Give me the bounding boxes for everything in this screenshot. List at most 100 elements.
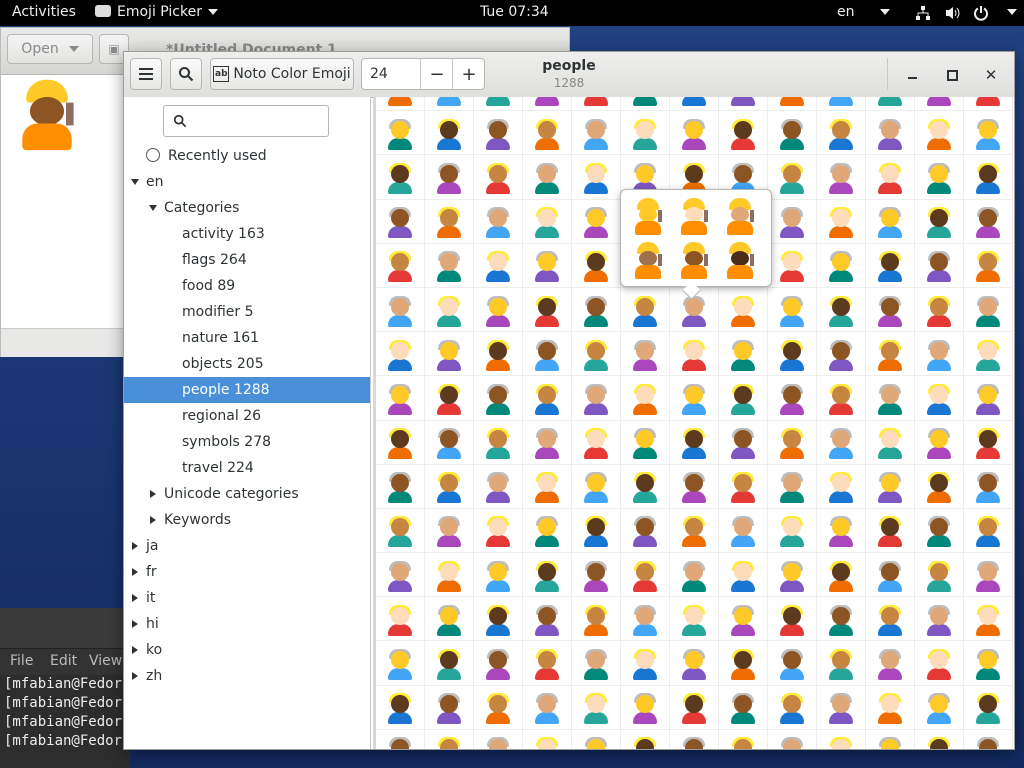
emoji-cell[interactable] bbox=[768, 641, 817, 686]
emoji-cell[interactable] bbox=[768, 243, 817, 288]
emoji-cell[interactable] bbox=[474, 243, 523, 288]
search-input[interactable] bbox=[163, 105, 329, 137]
tree-item-ja[interactable]: ja bbox=[124, 533, 370, 559]
emoji-cell[interactable] bbox=[523, 199, 572, 244]
emoji-cell[interactable] bbox=[474, 97, 523, 112]
emoji-cell[interactable] bbox=[670, 420, 719, 465]
emoji-cell[interactable] bbox=[523, 597, 572, 642]
emoji-cell[interactable] bbox=[817, 155, 866, 200]
emoji-cell[interactable] bbox=[474, 685, 523, 730]
tree-item-objects[interactable]: objects 205 bbox=[124, 351, 370, 377]
emoji-cell[interactable] bbox=[376, 597, 425, 642]
emoji-cell[interactable] bbox=[425, 508, 474, 554]
tree-item-unicode-categories[interactable]: Unicode categories bbox=[124, 481, 370, 507]
emoji-cell[interactable] bbox=[376, 729, 425, 749]
tree-item-recently-used[interactable]: Recently used bbox=[124, 143, 370, 169]
tree-item-categories[interactable]: Categories bbox=[124, 195, 370, 221]
maximize-button[interactable] bbox=[942, 65, 962, 85]
menu-button[interactable] bbox=[130, 58, 162, 90]
tree-item-fr[interactable]: fr bbox=[124, 559, 370, 585]
emoji-cell[interactable] bbox=[376, 243, 425, 288]
emoji-cell[interactable] bbox=[621, 508, 670, 554]
volume-icon[interactable] bbox=[944, 5, 962, 25]
expander-down-icon[interactable] bbox=[149, 205, 157, 211]
emoji-cell[interactable] bbox=[866, 155, 915, 200]
emoji-cell[interactable] bbox=[621, 332, 670, 377]
emoji-cell[interactable] bbox=[425, 111, 474, 156]
emoji-cell[interactable] bbox=[866, 420, 915, 465]
emoji-cell[interactable] bbox=[425, 641, 474, 686]
emoji-cell[interactable] bbox=[768, 420, 817, 465]
menu-edit[interactable]: Edit bbox=[50, 653, 77, 669]
expander-right-icon[interactable] bbox=[150, 490, 156, 498]
tree-item-people[interactable]: people 1288 bbox=[124, 377, 370, 403]
tree-item-it[interactable]: it bbox=[124, 585, 370, 611]
tree-item-activity[interactable]: activity 163 bbox=[124, 221, 370, 247]
font-size-value[interactable]: 24 bbox=[370, 66, 388, 82]
emoji-cell[interactable] bbox=[572, 597, 621, 642]
emoji-cell[interactable] bbox=[621, 420, 670, 465]
tree-item-ko[interactable]: ko bbox=[124, 637, 370, 663]
emoji-cell[interactable] bbox=[572, 243, 621, 288]
emoji-cell[interactable] bbox=[376, 553, 425, 598]
emoji-cell[interactable] bbox=[866, 729, 915, 749]
emoji-cell[interactable] bbox=[670, 376, 719, 421]
app-menu[interactable]: Emoji Picker bbox=[95, 4, 218, 20]
emoji-cell[interactable] bbox=[817, 685, 866, 730]
emoji-cell[interactable] bbox=[474, 553, 523, 598]
expander-right-icon[interactable] bbox=[132, 646, 138, 654]
emoji-cell[interactable] bbox=[572, 553, 621, 598]
emoji-cell[interactable] bbox=[915, 729, 964, 749]
emoji-cell[interactable] bbox=[915, 97, 964, 112]
emoji-cell[interactable] bbox=[621, 729, 670, 749]
terminal-output[interactable]: [mfabian@Fedor [mfabian@Fedor [mfabian@F… bbox=[0, 675, 130, 751]
emoji-cell[interactable] bbox=[817, 597, 866, 642]
emoji-cell[interactable] bbox=[817, 376, 866, 421]
emoji-cell[interactable] bbox=[817, 97, 866, 112]
tree-item-hi[interactable]: hi bbox=[124, 611, 370, 637]
emoji-cell[interactable] bbox=[964, 199, 1013, 244]
emoji-cell[interactable] bbox=[866, 199, 915, 244]
emoji-cell[interactable] bbox=[866, 508, 915, 554]
emoji-cell[interactable] bbox=[866, 97, 915, 112]
emoji-cell[interactable] bbox=[915, 553, 964, 598]
skin-tone-option[interactable] bbox=[717, 238, 763, 282]
emoji-cell[interactable] bbox=[964, 155, 1013, 200]
emoji-cell[interactable] bbox=[768, 597, 817, 642]
activities-button[interactable]: Activities bbox=[12, 4, 76, 20]
emoji-cell[interactable] bbox=[670, 597, 719, 642]
emoji-cell[interactable] bbox=[523, 376, 572, 421]
expander-down-icon[interactable] bbox=[131, 179, 139, 185]
emoji-cell[interactable] bbox=[425, 553, 474, 598]
emoji-cell[interactable] bbox=[768, 553, 817, 598]
emoji-cell[interactable] bbox=[670, 508, 719, 554]
emoji-cell[interactable] bbox=[719, 508, 768, 554]
emoji-cell[interactable] bbox=[768, 111, 817, 156]
emoji-cell[interactable] bbox=[964, 287, 1013, 333]
tree-item-nature[interactable]: nature 161 bbox=[124, 325, 370, 351]
emoji-cell[interactable] bbox=[768, 376, 817, 421]
emoji-cell[interactable] bbox=[866, 685, 915, 730]
expander-right-icon[interactable] bbox=[132, 620, 138, 628]
emoji-cell[interactable] bbox=[523, 464, 572, 509]
emoji-cell[interactable] bbox=[621, 287, 670, 333]
emoji-cell[interactable] bbox=[474, 287, 523, 333]
expander-right-icon[interactable] bbox=[132, 672, 138, 680]
emoji-cell[interactable] bbox=[768, 332, 817, 377]
emoji-cell[interactable] bbox=[964, 332, 1013, 377]
emoji-cell[interactable] bbox=[915, 685, 964, 730]
emoji-cell[interactable] bbox=[572, 685, 621, 730]
skin-tone-option[interactable] bbox=[625, 238, 671, 282]
emoji-cell[interactable] bbox=[425, 287, 474, 333]
emoji-cell[interactable] bbox=[523, 508, 572, 554]
emoji-cell[interactable] bbox=[474, 199, 523, 244]
emoji-cell[interactable] bbox=[376, 287, 425, 333]
emoji-cell[interactable] bbox=[572, 287, 621, 333]
emoji-cell[interactable] bbox=[817, 287, 866, 333]
emoji-cell[interactable] bbox=[425, 464, 474, 509]
emoji-cell[interactable] bbox=[572, 729, 621, 749]
emoji-cell[interactable] bbox=[621, 685, 670, 730]
emoji-cell[interactable] bbox=[621, 553, 670, 598]
emoji-cell[interactable] bbox=[719, 685, 768, 730]
emoji-cell[interactable] bbox=[572, 111, 621, 156]
